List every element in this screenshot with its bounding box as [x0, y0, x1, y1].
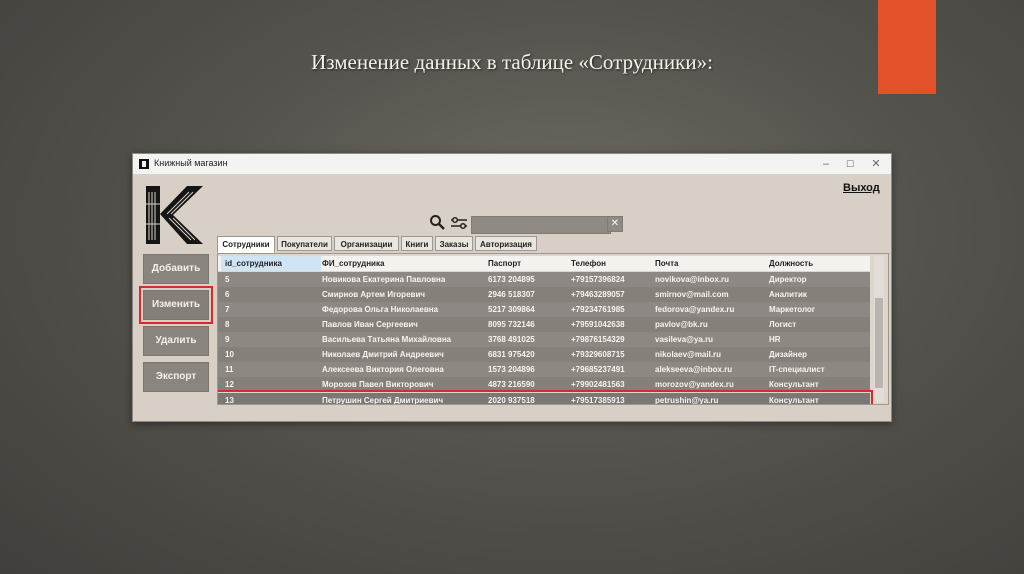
cell-name: Морозов Павел Викторович	[322, 380, 434, 389]
window-content: Добавить Изменить Удалить Экспорт Выход …	[133, 174, 891, 421]
app-window: Книжный магазин – ☐ ✕ Добавить Изменить …	[132, 153, 892, 422]
cell-position: Консультант	[769, 396, 819, 405]
cell-id: 8	[225, 320, 230, 329]
table-row[interactable]: 6 Смирнов Артем Игоревич 2946 518307 +79…	[218, 287, 870, 302]
cell-name: Новикова Екатерина Павловна	[322, 275, 446, 284]
column-header[interactable]: Телефон	[571, 256, 651, 271]
cell-email: pavlov@bk.ru	[655, 320, 708, 329]
cell-phone: +79876154329	[571, 335, 625, 344]
slide-title: Изменение данных в таблице «Сотрудники»:	[311, 50, 713, 74]
scrollbar-thumb[interactable]	[875, 298, 883, 388]
cell-passport: 6831 975420	[488, 350, 535, 359]
cell-phone: +79517385913	[571, 396, 625, 405]
table-row[interactable]: 5 Новикова Екатерина Павловна 6173 20489…	[218, 272, 870, 287]
maximize-button[interactable]: ☐	[841, 156, 859, 172]
column-header[interactable]: ФИ_сотрудника	[322, 256, 482, 271]
accent-rectangle	[878, 0, 936, 94]
cell-passport: 1573 204896	[488, 365, 535, 374]
table-row[interactable]: 10 Николаев Дмитрий Андреевич 6831 97542…	[218, 347, 870, 362]
column-header[interactable]: Паспорт	[488, 256, 568, 271]
cell-id: 10	[225, 350, 234, 359]
cell-email: petrushin@ya.ru	[655, 396, 719, 405]
cell-position: Дизайнер	[769, 350, 808, 359]
cell-passport: 2020 937518	[488, 396, 535, 405]
cell-email: vasileva@ya.ru	[655, 335, 714, 344]
tab-employees[interactable]: Сотрудники	[217, 236, 275, 253]
table-row[interactable]: 8 Павлов Иван Сергеевич 8095 732146 +795…	[218, 317, 870, 332]
cell-id: 13	[225, 396, 234, 405]
cell-name: Павлов Иван Сергеевич	[322, 320, 418, 329]
table-row[interactable]: 9 Васильева Татьяна Михайловна 3768 4910…	[218, 332, 870, 347]
cell-name: Васильева Татьяна Михайловна	[322, 335, 452, 344]
filter-icon[interactable]	[450, 216, 468, 230]
cell-email: morozov@yandex.ru	[655, 380, 734, 389]
cell-name: Федорова Ольга Николаевна	[322, 305, 439, 314]
cell-passport: 2946 518307	[488, 290, 535, 299]
cell-position: Консультант	[769, 380, 819, 389]
cell-position: Директор	[769, 275, 807, 284]
window-title: Книжный магазин	[154, 158, 228, 168]
employees-table[interactable]: id_сотрудника ФИ_сотрудника Паспорт Теле…	[217, 253, 889, 405]
table-row[interactable]: 12 Морозов Павел Викторович 4873 216590 …	[218, 377, 870, 392]
close-button[interactable]: ✕	[867, 156, 885, 172]
cell-email: smirnov@mail.com	[655, 290, 729, 299]
cell-email: nikolaev@mail.ru	[655, 350, 722, 359]
cell-name: Николаев Дмитрий Андреевич	[322, 350, 444, 359]
cell-phone: +79685237491	[571, 365, 625, 374]
edit-button[interactable]: Изменить	[139, 286, 213, 324]
table-row-selected[interactable]: 13 Петрушин Сергей Дмитриевич 2020 93751…	[218, 390, 873, 405]
app-icon	[139, 159, 149, 169]
cell-id: 6	[225, 290, 230, 299]
cell-passport: 5217 309864	[488, 305, 535, 314]
tab-books[interactable]: Книги	[401, 236, 433, 251]
cell-name: Смирнов Артем Игоревич	[322, 290, 425, 299]
cell-id: 12	[225, 380, 234, 389]
cell-phone: +79329608715	[571, 350, 625, 359]
window-titlebar[interactable]: Книжный магазин – ☐ ✕	[133, 154, 891, 174]
search-icon[interactable]	[429, 214, 445, 230]
cell-name: Алексеева Виктория Олеговна	[322, 365, 444, 374]
cell-id: 5	[225, 275, 230, 284]
table-row[interactable]: 11 Алексеева Виктория Олеговна 1573 2048…	[218, 362, 870, 377]
column-header[interactable]: Должность	[769, 256, 869, 271]
cell-id: 9	[225, 335, 230, 344]
cell-id: 7	[225, 305, 230, 314]
table-header: id_сотрудника ФИ_сотрудника Паспорт Теле…	[218, 256, 870, 271]
delete-button[interactable]: Удалить	[143, 326, 209, 356]
clear-search-button[interactable]: ✕	[607, 216, 623, 232]
cell-name: Петрушин Сергей Дмитриевич	[322, 396, 444, 405]
cell-phone: +79234761985	[571, 305, 625, 314]
tab-organizations[interactable]: Организации	[334, 236, 399, 251]
table-row[interactable]: 7 Федорова Ольга Николаевна 5217 309864 …	[218, 302, 870, 317]
column-header[interactable]: Почта	[655, 256, 765, 271]
tab-orders[interactable]: Заказы	[435, 236, 473, 251]
cell-position: Логист	[769, 320, 797, 329]
cell-passport: 3768 491025	[488, 335, 535, 344]
cell-passport: 8095 732146	[488, 320, 535, 329]
minimize-button[interactable]: –	[817, 156, 835, 172]
cell-position: Маркетолог	[769, 305, 816, 314]
column-header[interactable]: id_сотрудника	[221, 256, 321, 271]
cell-passport: 4873 216590	[488, 380, 535, 389]
tab-authorization[interactable]: Авторизация	[475, 236, 537, 251]
cell-position: HR	[769, 335, 781, 344]
export-button[interactable]: Экспорт	[143, 362, 209, 392]
cell-phone: +79157396824	[571, 275, 625, 284]
add-button[interactable]: Добавить	[143, 254, 209, 284]
cell-passport: 6173 204895	[488, 275, 535, 284]
cell-email: alekseeva@inbox.ru	[655, 365, 733, 374]
cell-email: fedorova@yandex.ru	[655, 305, 735, 314]
cell-phone: +79902481563	[571, 380, 625, 389]
tab-customers[interactable]: Покупатели	[277, 236, 332, 251]
exit-link[interactable]: Выход	[843, 182, 880, 194]
cell-id: 11	[225, 365, 234, 374]
cell-phone: +79463289057	[571, 290, 625, 299]
cell-position: IT-специалист	[769, 365, 825, 374]
cell-email: novikova@inbox.ru	[655, 275, 730, 284]
cell-position: Аналитик	[769, 290, 807, 299]
search-input[interactable]	[471, 216, 611, 234]
cell-phone: +79591042638	[571, 320, 625, 329]
bookstore-logo	[143, 184, 205, 246]
